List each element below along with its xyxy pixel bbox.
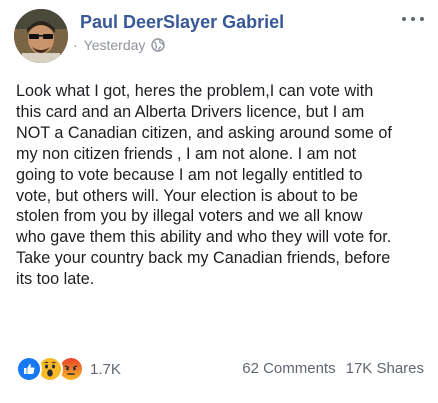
post-text-line: vote, but others will. Your election is … [16, 186, 358, 205]
post-text-line: its too late. [16, 270, 95, 289]
author-name[interactable]: Paul DeerSlayer Gabriel [80, 12, 284, 33]
post-text-line: my non citizen friends , I am not alone.… [16, 144, 357, 163]
post-text-line: Take your country back my Canadian frien… [16, 249, 391, 268]
avatar-photo [14, 9, 68, 63]
comments-count[interactable]: 62 Comments [242, 360, 335, 377]
shares-count[interactable]: 17K Shares [346, 360, 424, 377]
post-footer: 1.7K 62 Comments 17K Shares [0, 356, 438, 382]
author-avatar[interactable] [14, 9, 68, 63]
post-text-line: who gave them this ability and who they … [16, 228, 392, 247]
like-reaction-icon [16, 356, 42, 382]
post-text-line: stolen from you by illegal voters and we… [16, 207, 363, 226]
globe-icon[interactable] [151, 38, 166, 52]
post-text-line: this card and an Alberta Drivers licence… [16, 102, 365, 121]
reaction-count[interactable]: 1.7K [90, 361, 121, 378]
facebook-post: Paul DeerSlayer Gabriel · Yesterday Look… [0, 0, 438, 403]
post-timestamp[interactable]: Yesterday [84, 37, 146, 53]
post-text-line: Look what I got, heres the problem,I can… [16, 82, 374, 100]
reactions-summary[interactable]: 1.7K [16, 356, 121, 382]
more-options-icon[interactable] [402, 14, 424, 24]
post-meta: · Yesterday [73, 37, 166, 53]
post-text-line: NOT a Canadian citizen, and asking aroun… [16, 123, 392, 142]
meta-separator: · [73, 37, 78, 53]
engagement-stats: 62 Comments 17K Shares [242, 360, 424, 377]
post-text: Look what I got, heres the problem,I can… [16, 81, 426, 290]
post-text-line: going to vote because I am not legally e… [16, 165, 363, 184]
